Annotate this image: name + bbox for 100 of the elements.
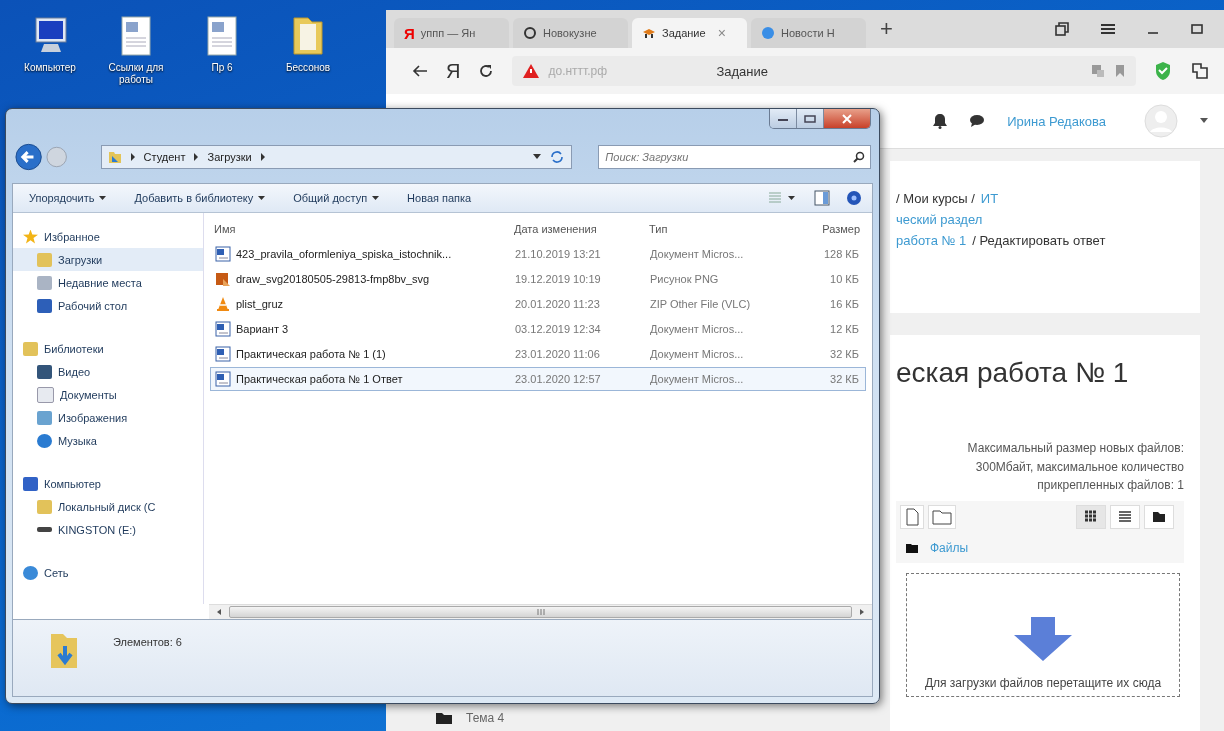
column-header[interactable]: Имя <box>214 223 504 235</box>
extension-icon[interactable] <box>1190 61 1210 81</box>
column-header[interactable]: Дата изменения <box>514 223 639 235</box>
sidebar-item[interactable]: Загрузки <box>13 248 203 271</box>
chevron-icon[interactable] <box>129 153 136 161</box>
browser-tab[interactable]: Задание × <box>632 18 747 48</box>
file-row[interactable]: Вариант 3 03.12.2019 12:34 Документ Micros... 12 КБ <box>210 317 866 341</box>
desktop-icon-label[interactable]: Пр 6 <box>211 62 233 74</box>
desktop-icon-label[interactable]: Ссылки для работы <box>96 62 176 85</box>
file-row[interactable]: Практическая работа № 1 (1) 23.01.2020 11:06 Документ Micros... 32 КБ <box>210 342 866 366</box>
caret-icon <box>372 195 380 201</box>
column-header[interactable]: Размер <box>789 223 860 235</box>
home-button[interactable]: Я <box>446 59 461 83</box>
grid-view-icon[interactable] <box>1076 504 1106 529</box>
file-date: 19.12.2019 10:19 <box>515 273 602 285</box>
shield-icon[interactable] <box>1154 61 1172 81</box>
file-size: 128 КБ <box>822 248 859 260</box>
grip-icon <box>535 609 546 615</box>
chevron-icon[interactable] <box>193 153 200 161</box>
add-file-icon[interactable] <box>900 504 924 529</box>
sidebar-item[interactable]: Избранное <box>13 225 203 248</box>
caret-icon[interactable] <box>1200 118 1208 124</box>
sidebar-item[interactable]: Библиотеки <box>13 337 203 360</box>
ring-icon <box>523 26 537 40</box>
file-row[interactable]: plist_gruz 20.01.2020 11:23 ZIP Other File (VLC) 16 КБ <box>210 292 866 316</box>
browser-tab[interactable]: Новости Н <box>751 18 866 48</box>
back-button-icon[interactable] <box>14 142 44 172</box>
column-header[interactable]: Тип <box>649 223 779 235</box>
list-view-icon[interactable] <box>1110 504 1140 529</box>
file-type: Документ Micros... <box>650 348 745 360</box>
new-tab-button[interactable]: + <box>870 16 903 42</box>
file-date: 20.01.2020 11:23 <box>515 298 601 310</box>
word-document-icon <box>215 321 231 337</box>
file-row[interactable]: Практическая работа № 1 Ответ 23.01.2020 12:57 Документ Micros... 32 КБ <box>210 367 866 391</box>
folder-icon <box>107 150 122 164</box>
reload-icon[interactable] <box>478 63 495 79</box>
back-arrow-icon[interactable] <box>412 64 428 78</box>
file-row[interactable]: draw_svg20180505-29813-fmp8bv_svg 19.12.2019 10:19 Рисунок PNG 10 КБ <box>210 267 866 291</box>
folder-icon <box>436 712 452 724</box>
folder-view-icon[interactable] <box>1144 504 1174 529</box>
bell-icon[interactable] <box>933 113 948 129</box>
search-field[interactable]: Поиск: Загрузки <box>598 145 871 169</box>
toolbar-button[interactable]: Упорядочить <box>23 189 113 207</box>
file-size: 32 КБ <box>829 373 859 385</box>
horizontal-scrollbar[interactable] <box>209 604 872 619</box>
browser-tab[interactable]: Новокузне <box>513 18 628 48</box>
page-heading: еская работа № 1 <box>896 357 1130 389</box>
file-size: 16 КБ <box>829 298 859 310</box>
sidebar-item[interactable]: Локальный диск (C <box>13 495 203 518</box>
file-type: Документ Micros... <box>650 373 745 385</box>
section-link[interactable]: Тема 4 <box>466 711 505 725</box>
sidebar-item[interactable]: Видео <box>13 360 203 383</box>
sidebar-item[interactable]: Недавние места <box>13 271 203 294</box>
word-document-icon <box>215 371 231 387</box>
sidebar-item[interactable]: Изображения <box>13 406 203 429</box>
view-options-icon[interactable] <box>768 191 798 205</box>
sidebar-item[interactable]: Музыка <box>13 429 203 452</box>
word-document-icon <box>215 246 231 262</box>
file-type: Документ Micros... <box>650 323 745 335</box>
sidebar-item[interactable]: Рабочий стол <box>13 294 203 317</box>
toolbar-button[interactable]: Общий доступ <box>287 189 386 207</box>
menu-icon[interactable] <box>1100 22 1116 36</box>
sidebar-item[interactable]: KINGSTON (E:) <box>13 518 203 541</box>
sidebar-item[interactable]: Сеть <box>13 561 203 584</box>
scroll-left-icon[interactable] <box>215 608 223 616</box>
scroll-right-icon[interactable] <box>858 608 866 616</box>
sidebar-item[interactable]: Документы <box>13 383 203 406</box>
toolbar-button[interactable]: Новая папка <box>401 189 478 207</box>
desktop-icon-label[interactable]: Компьютер <box>24 62 76 74</box>
chevron-icon[interactable] <box>259 153 266 161</box>
file-date: 03.12.2019 12:34 <box>515 323 602 335</box>
cap-icon <box>642 26 656 40</box>
sidebar-item[interactable]: Компьютер <box>13 472 203 495</box>
file-type: Рисунок PNG <box>650 273 720 285</box>
maximize-button[interactable] <box>797 109 824 128</box>
caret-icon <box>258 195 266 201</box>
file-date: 21.10.2019 13:21 <box>515 248 602 260</box>
breadcrumb-text: / Редактировать ответ <box>972 233 1106 248</box>
refresh-icon[interactable] <box>549 150 566 164</box>
file-type: Документ Micros... <box>650 248 745 260</box>
image-file-icon <box>215 271 231 287</box>
preview-pane-icon[interactable] <box>814 190 830 206</box>
chat-icon[interactable] <box>969 114 986 128</box>
toolbar-button[interactable]: Добавить в библиотеку <box>128 189 272 207</box>
down-arrow-icon <box>1014 617 1072 661</box>
file-drop-zone[interactable]: Для загрузки файлов перетащите их сюда <box>906 572 1180 697</box>
traffic-cone-icon <box>215 296 231 312</box>
dropdown-icon[interactable] <box>533 154 542 160</box>
breadcrumb-text: / Мои курсы / <box>896 191 975 206</box>
desktop-icon-label[interactable]: Бессонов <box>285 62 331 74</box>
folder-outline-icon[interactable] <box>928 504 956 529</box>
close-button[interactable] <box>824 109 870 128</box>
path-field[interactable]: Студент Загрузки <box>100 145 573 169</box>
maximize-icon[interactable] <box>1190 22 1204 36</box>
browser-tab[interactable]: Я уппп — Ян <box>394 18 509 48</box>
close-icon <box>841 113 853 124</box>
help-icon[interactable] <box>846 190 862 206</box>
tabs-icon[interactable] <box>1054 21 1070 37</box>
minimize-button[interactable] <box>770 109 797 128</box>
file-row[interactable]: 423_pravila_oformleniya_spiska_istochnik... 21.10.2019 13:21 Документ Micros... 128 КБ <box>210 242 866 266</box>
